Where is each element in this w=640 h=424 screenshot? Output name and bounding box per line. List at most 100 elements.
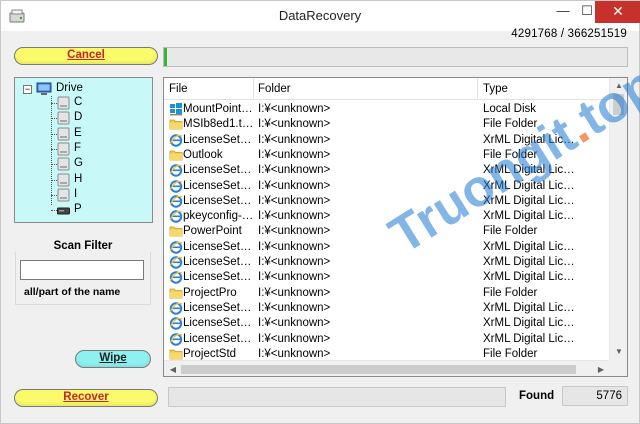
scroll-down-arrow-icon[interactable]: ▼ <box>610 344 627 360</box>
cell-folder: I:¥<unknown> <box>258 164 331 177</box>
recover-progress-bar <box>168 387 506 407</box>
cell-file: LicenseSet… <box>183 164 252 177</box>
tree-item-label: E <box>74 126 82 139</box>
column-header-type[interactable]: Type <box>483 83 508 95</box>
file-list-table[interactable]: File Folder Type MountPoint… I:¥<unknown>… <box>163 77 628 377</box>
tree-item-label: P <box>74 203 82 216</box>
cell-type: XrML Digital Lic… <box>483 271 575 284</box>
cell-folder: I:¥<unknown> <box>258 347 331 360</box>
cell-file: ProjectStd <box>183 347 237 360</box>
cell-type: File Folder <box>483 347 538 360</box>
scroll-right-arrow-icon[interactable]: ▶ <box>592 361 610 376</box>
cell-folder: I:¥<unknown> <box>258 240 331 253</box>
scan-filter-title: Scan Filter <box>15 240 151 252</box>
horizontal-scroll-thumb[interactable] <box>181 365 576 374</box>
table-row[interactable]: LicenseSet… I:¥<unknown> XrML Digital Lic… <box>164 270 609 285</box>
vertical-scrollbar[interactable]: ▲ ▼ <box>609 78 627 360</box>
scroll-left-arrow-icon[interactable]: ◀ <box>164 361 182 376</box>
hard-drive-icon <box>57 96 70 110</box>
table-row[interactable]: pkeyconfig-… I:¥<unknown> XrML Digital Lic… <box>164 209 609 224</box>
cell-type: XrML Digital Lic… <box>483 164 575 177</box>
computer-icon <box>36 82 52 95</box>
cell-type: File Folder <box>483 286 538 299</box>
cell-type: XrML Digital Lic… <box>483 256 575 268</box>
cell-folder: I:¥<unknown> <box>258 194 331 207</box>
table-row[interactable]: LicenseSet… I:¥<unknown> XrML Digital Lic… <box>164 179 609 194</box>
table-row[interactable]: LicenseSet… I:¥<unknown> XrML Digital Lic… <box>164 316 609 331</box>
table-row[interactable]: PowerPoint I:¥<unknown> File Folder <box>164 224 609 239</box>
cell-file: LicenseSet… <box>183 301 252 314</box>
table-row[interactable]: LicenseSet… I:¥<unknown> XrML Digital Lic… <box>164 163 609 178</box>
table-row[interactable]: MountPoint… I:¥<unknown> Local Disk <box>164 102 609 117</box>
table-row[interactable]: MSIb8ed1.t… I:¥<unknown> File Folder <box>164 117 609 132</box>
cell-file: LicenseSet… <box>183 271 252 284</box>
cancel-button[interactable]: Cancel <box>14 47 158 65</box>
ie-icon <box>169 209 183 223</box>
hard-drive-icon <box>57 173 70 187</box>
tree-item-label: C <box>74 96 83 108</box>
column-header-file[interactable]: File <box>169 83 188 95</box>
collapse-toggle-icon[interactable]: − <box>23 85 32 94</box>
cell-folder: I:¥<unknown> <box>258 133 331 146</box>
cell-file: Outlook <box>183 148 223 161</box>
cell-type: XrML Digital Lic… <box>483 133 575 146</box>
cell-folder: I:¥<unknown> <box>258 103 331 115</box>
wipe-button[interactable]: Wipe <box>75 350 151 368</box>
cell-folder: I:¥<unknown> <box>258 301 331 314</box>
table-row[interactable]: ProjectPro I:¥<unknown> File Folder <box>164 286 609 301</box>
scan-progress-fill <box>164 48 167 66</box>
folder-icon <box>169 148 183 162</box>
scan-filter-input[interactable] <box>20 260 144 280</box>
column-header-folder[interactable]: Folder <box>258 83 291 95</box>
scan-filter-hint: all/part of the name <box>24 286 121 298</box>
cell-file: LicenseSet… <box>183 179 252 192</box>
cell-type: File Folder <box>483 148 538 161</box>
scan-progress-bar <box>163 47 628 67</box>
recover-button[interactable]: Recover <box>14 389 158 407</box>
ie-icon <box>169 332 183 346</box>
cell-file: LicenseSet… <box>183 256 252 268</box>
horizontal-scrollbar[interactable]: ◀ ▶ <box>164 360 610 376</box>
cell-folder: I:¥<unknown> <box>258 332 331 345</box>
table-row[interactable]: LicenseSet… I:¥<unknown> XrML Digital Lic… <box>164 133 609 148</box>
scan-counter: 4291768 / 366251519 <box>511 28 627 40</box>
column-divider[interactable] <box>253 78 254 100</box>
cell-folder: I:¥<unknown> <box>258 225 331 238</box>
ie-icon <box>169 133 183 147</box>
close-button[interactable]: ✕ <box>595 1 640 23</box>
tree-item-label: H <box>74 172 83 185</box>
ie-icon <box>169 240 183 254</box>
windows-icon <box>169 102 183 116</box>
table-row[interactable]: LicenseSet… I:¥<unknown> XrML Digital Lic… <box>164 301 609 316</box>
hard-drive-icon <box>57 127 70 141</box>
folder-icon <box>169 117 183 131</box>
ie-icon <box>169 179 183 193</box>
cell-file: MSIb8ed1.t… <box>183 118 253 131</box>
folder-icon <box>169 286 183 300</box>
app-window: DataRecovery — ☐ ✕ 4291768 / 366251519 C… <box>0 0 640 424</box>
table-row[interactable]: LicenseSet… I:¥<unknown> XrML Digital Lic… <box>164 194 609 209</box>
cell-file: LicenseSet… <box>183 317 252 330</box>
scroll-up-arrow-icon[interactable]: ▲ <box>610 78 627 94</box>
cell-type: XrML Digital Lic… <box>483 240 575 253</box>
cell-file: LicenseSet… <box>183 133 252 146</box>
title-bar[interactable]: DataRecovery — ☐ ✕ <box>1 1 640 31</box>
folder-icon <box>169 224 183 238</box>
cell-file: LicenseSet… <box>183 332 252 345</box>
cell-folder: I:¥<unknown> <box>258 256 331 268</box>
cell-folder: I:¥<unknown> <box>258 210 331 223</box>
scroll-corner <box>609 360 627 376</box>
cell-type: XrML Digital Lic… <box>483 317 575 330</box>
cell-folder: I:¥<unknown> <box>258 317 331 330</box>
table-row[interactable]: LicenseSet… I:¥<unknown> XrML Digital Lic… <box>164 255 609 270</box>
column-divider[interactable] <box>477 78 478 100</box>
tree-item-label: I <box>74 187 78 200</box>
found-label: Found <box>519 390 555 402</box>
table-row[interactable]: LicenseSet… I:¥<unknown> XrML Digital Lic… <box>164 332 609 347</box>
ie-icon <box>169 194 183 208</box>
table-row[interactable]: Outlook I:¥<unknown> File Folder <box>164 148 609 163</box>
tree-root-label: Drive <box>56 82 83 94</box>
table-row[interactable]: LicenseSet… I:¥<unknown> XrML Digital Lic… <box>164 240 609 255</box>
vertical-scroll-thumb[interactable] <box>613 94 624 115</box>
drive-tree[interactable]: − Drive CDEFGHIP <box>14 77 153 223</box>
